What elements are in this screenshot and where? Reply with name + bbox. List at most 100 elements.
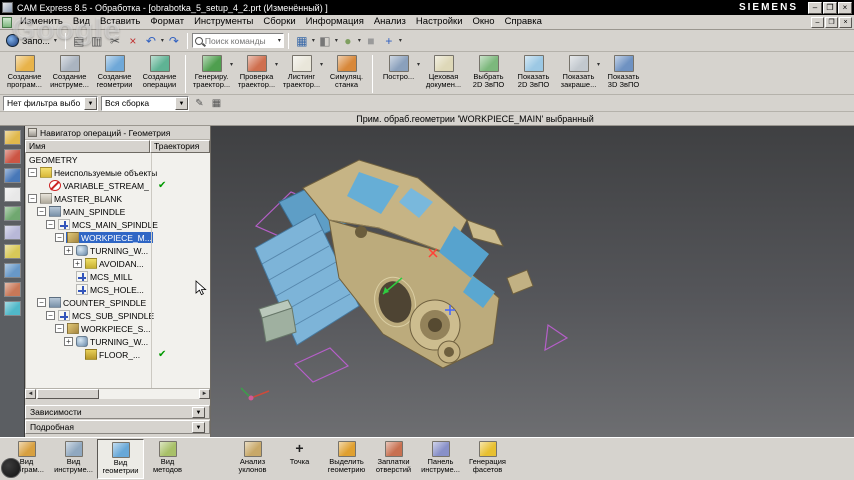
tree-row-avoidan[interactable]: + AVOIDAN... — [26, 257, 210, 270]
create-geometry-button[interactable]: Создание геометрии — [92, 53, 137, 94]
chevron-down-icon[interactable]: ▼ — [192, 421, 205, 433]
tree-row-variable-stream[interactable]: VARIABLE_STREAM_ ✔ — [26, 179, 210, 192]
edit-filter-icon[interactable]: ✎ — [192, 96, 207, 110]
chevron-down-icon[interactable]: ▼ — [175, 96, 188, 110]
select-2d-ipw-button[interactable]: Выбрать 2D ЗвПО — [466, 53, 511, 94]
window-layout-icon[interactable]: ▦ — [293, 32, 311, 50]
scrollbar-thumb[interactable] — [37, 389, 99, 399]
command-search[interactable]: ▾ — [191, 33, 284, 48]
minus-expander[interactable]: − — [37, 298, 46, 307]
search-input[interactable] — [204, 35, 275, 46]
section-зависимости[interactable]: Зависимости ▼ — [25, 405, 210, 419]
chevron-down-icon[interactable]: ▾ — [398, 37, 403, 44]
tree-row-master-blank[interactable]: − MASTER_BLANK — [26, 192, 210, 205]
menu-справка[interactable]: Справка — [500, 15, 547, 29]
chevron-down-icon[interactable]: ▾ — [277, 37, 282, 44]
chevron-down-icon[interactable]: ▼ — [192, 406, 205, 418]
tree-row-geometry[interactable]: GEOMETRY — [26, 153, 210, 166]
operation-navigator-icon[interactable] — [3, 187, 21, 202]
part-navigator-icon[interactable] — [3, 168, 21, 183]
scroll-right-icon[interactable]: ► — [199, 389, 210, 399]
history-icon[interactable] — [3, 263, 21, 278]
section-подробная[interactable]: Подробная ▼ — [25, 420, 210, 434]
menu-инструменты[interactable]: Инструменты — [189, 15, 258, 29]
menu-информация[interactable]: Информация — [301, 15, 369, 29]
web-browser-icon[interactable] — [3, 244, 21, 259]
plus-expander[interactable]: + — [64, 337, 73, 346]
palettes-icon[interactable] — [3, 282, 21, 297]
redo-icon[interactable]: ↷ — [165, 32, 183, 50]
minus-expander[interactable]: − — [28, 168, 37, 177]
minus-expander[interactable]: − — [46, 311, 55, 320]
graphics-viewport[interactable] — [211, 126, 854, 437]
csys-display-icon[interactable]: + — [380, 32, 398, 50]
select-geometry-button[interactable]: Выделить геометрию — [323, 439, 370, 479]
plus-expander[interactable]: + — [64, 246, 73, 255]
horizontal-scrollbar[interactable]: ◄ ► — [25, 388, 210, 399]
shop-docs-button[interactable]: Цеховая докумен... — [421, 53, 466, 94]
facet-generation-button[interactable]: Генерация фасетов — [464, 439, 511, 479]
maximize-button[interactable]: ❐ — [823, 1, 837, 14]
show-2d-ipw-button[interactable]: Показать 2D ЗвПО — [511, 53, 556, 94]
roles-icon[interactable] — [3, 301, 21, 316]
menu-вставить[interactable]: Вставить — [95, 15, 145, 29]
post-button[interactable]: ▾ Постро... — [376, 53, 421, 94]
menu-сборки[interactable]: Сборки — [258, 15, 300, 29]
scroll-left-icon[interactable]: ◄ — [25, 389, 36, 399]
menu-анализ[interactable]: Анализ — [369, 15, 411, 29]
plus-expander[interactable]: + — [73, 259, 82, 268]
rendering-style-icon[interactable]: ● — [339, 32, 357, 50]
tree-row-mcs-hole[interactable]: MCS_HOLE... — [26, 283, 210, 296]
close-button[interactable]: × — [838, 1, 852, 14]
draft-analysis-button[interactable]: Анализ уклонов — [229, 439, 276, 479]
verify-toolpath-button[interactable]: ▾ Проверка траектор... — [234, 53, 279, 94]
chevron-down-icon[interactable]: ▾ — [230, 61, 233, 69]
tree-row-неиспользуемые-объекты[interactable]: − Неиспользуемые объекты — [26, 166, 210, 179]
undo-icon[interactable]: ↶ — [142, 32, 160, 50]
list-toolpath-button[interactable]: ▾ Листинг траектор... — [279, 53, 324, 94]
minus-expander[interactable]: − — [55, 324, 64, 333]
selection-filter-select[interactable]: Нет фильтра выбо ▼ — [3, 95, 98, 111]
machine-simulation-button[interactable]: Симуляц. станка — [324, 53, 369, 94]
tree-row-main-spindle[interactable]: − MAIN_SPINDLE — [26, 205, 210, 218]
snap-point-icon[interactable]: ▦ — [209, 96, 224, 110]
menu-окно[interactable]: Окно — [468, 15, 500, 29]
tool-panel-button[interactable]: Панель инструме... — [417, 439, 464, 479]
background-icon[interactable]: ■ — [362, 32, 380, 50]
chevron-down-icon[interactable]: ▼ — [84, 96, 97, 110]
geometry-view-button[interactable]: Вид геометрии — [97, 439, 144, 479]
minus-expander[interactable]: − — [55, 233, 64, 242]
show-3d-ipw-button[interactable]: Показать 3D ЗвПО — [601, 53, 646, 94]
minus-expander[interactable]: − — [46, 220, 55, 229]
generate-toolpath-button[interactable]: ▾ Генериру. траектор... — [189, 53, 234, 94]
machine-tool-view-button[interactable]: Вид инструме... — [50, 439, 97, 479]
tree-row-turning-w[interactable]: + TURNING_W... — [26, 335, 210, 348]
chevron-down-icon[interactable]: ▾ — [417, 61, 420, 69]
reuse-library-icon[interactable] — [3, 225, 21, 240]
tree-row-mcs-sub-spindle[interactable]: − MCS_SUB_SPINDLE — [26, 309, 210, 322]
menu-настройки[interactable]: Настройки — [411, 15, 468, 29]
machine-navigator-icon[interactable] — [3, 206, 21, 221]
copy-icon[interactable]: ▥ — [88, 32, 106, 50]
minus-expander[interactable]: − — [28, 194, 37, 203]
tree-row-workpiece-s[interactable]: − WORKPIECE_S... — [26, 322, 210, 335]
show-shaded-ipw-button[interactable]: ▾ Показать закраше... — [556, 53, 601, 94]
tree-row-counter-spindle[interactable]: − COUNTER_SPINDLE — [26, 296, 210, 309]
tree-row-floor[interactable]: FLOOR_... ✔ — [26, 348, 210, 361]
create-program-button[interactable]: Создание програм... — [2, 53, 47, 94]
menu-формат[interactable]: Формат — [145, 15, 189, 29]
selection-scope-select[interactable]: Вся сборка ▼ — [101, 95, 189, 111]
mdi-close-button[interactable]: × — [839, 16, 852, 28]
column-header-name[interactable]: Имя — [25, 140, 150, 153]
chevron-down-icon[interactable]: ▾ — [597, 61, 600, 69]
column-header-toolpath[interactable]: Траектория — [150, 140, 210, 153]
mdi-minimize-button[interactable]: – — [811, 16, 824, 28]
menu-вид[interactable]: Вид — [68, 15, 95, 29]
positioning-navigator-icon[interactable] — [3, 149, 21, 164]
view-orient-icon[interactable]: ◧ — [316, 32, 334, 50]
minimize-button[interactable]: – — [808, 1, 822, 14]
mdi-restore-button[interactable]: ❐ — [825, 16, 838, 28]
chevron-down-icon[interactable]: ▾ — [275, 61, 278, 69]
menu-изменить[interactable]: Изменить — [15, 15, 68, 29]
point-button[interactable]: + Точка — [276, 439, 323, 479]
